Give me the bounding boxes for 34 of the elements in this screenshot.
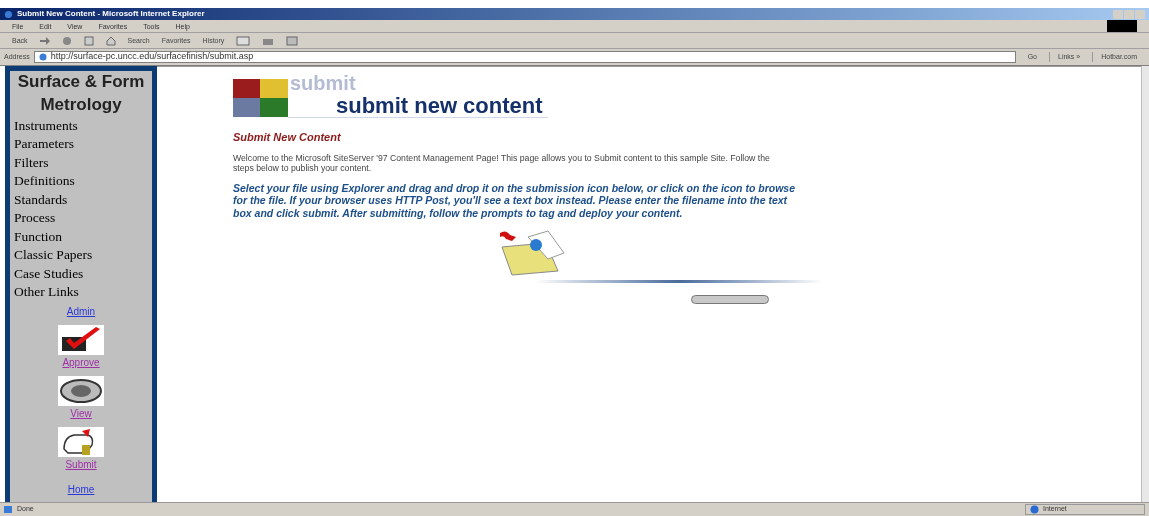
mail-icon[interactable] bbox=[236, 35, 251, 46]
page-icon bbox=[4, 505, 13, 514]
eye-icon[interactable] bbox=[58, 375, 104, 406]
banner-logo-icon bbox=[233, 79, 288, 117]
site-title: Surface & Form Metrology bbox=[16, 71, 146, 116]
nav-link[interactable]: Instruments bbox=[14, 116, 148, 136]
checkmark-icon[interactable] bbox=[58, 324, 104, 355]
banner-title: submit new content bbox=[336, 95, 543, 117]
browser-icon bbox=[4, 9, 13, 19]
nav-link[interactable]: Classic Papers bbox=[14, 246, 148, 265]
nav-link[interactable]: Filters bbox=[14, 153, 148, 173]
view-button[interactable] bbox=[691, 295, 769, 305]
forward-arrow-icon[interactable] bbox=[39, 36, 50, 45]
page-icon bbox=[38, 53, 47, 61]
page-heading: Submit New Content bbox=[233, 130, 342, 145]
nav-link[interactable]: Case Studies bbox=[14, 264, 148, 284]
home-icon[interactable] bbox=[105, 35, 116, 46]
stop-icon[interactable] bbox=[61, 35, 72, 46]
nav-link[interactable]: Definitions bbox=[14, 172, 148, 191]
admin-link[interactable]: Admin bbox=[66, 303, 96, 319]
folder-icon[interactable] bbox=[498, 229, 566, 278]
nav-link[interactable]: Process bbox=[14, 209, 148, 228]
nav-link[interactable]: Other Links bbox=[14, 283, 148, 302]
intro-paragraph: Welcome to the Microsoft SiteServer '97 Content Management Page! This page allows you to Submit content to this sample Site. Follow the steps below to publish your content. bbox=[233, 152, 771, 173]
globe-icon bbox=[1030, 505, 1039, 514]
nav-link[interactable]: Function bbox=[14, 227, 148, 247]
instructions-paragraph: Select your file using Explorer and drag and drop it on the submission icon below, or click on the icon to browse for the file. If your browser uses HTTP Post, you'll see a text box instead. Please enter the filename into the text box and click submit. After submitting, follow the prompts to tag and deploy your content. bbox=[233, 181, 797, 220]
banner-ghost-text: submit bbox=[290, 73, 356, 93]
address-field[interactable]: http://surface-pc.uncc.edu/surfacefinish/submit.asp bbox=[33, 51, 1016, 63]
window-title: Submit New Content - Microsoft Internet Explorer bbox=[17, 10, 205, 18]
nav-link[interactable]: Standards bbox=[14, 190, 148, 210]
nav-link[interactable]: Parameters bbox=[14, 135, 148, 154]
home-link[interactable]: Home bbox=[67, 481, 95, 497]
throbber bbox=[1107, 20, 1137, 32]
